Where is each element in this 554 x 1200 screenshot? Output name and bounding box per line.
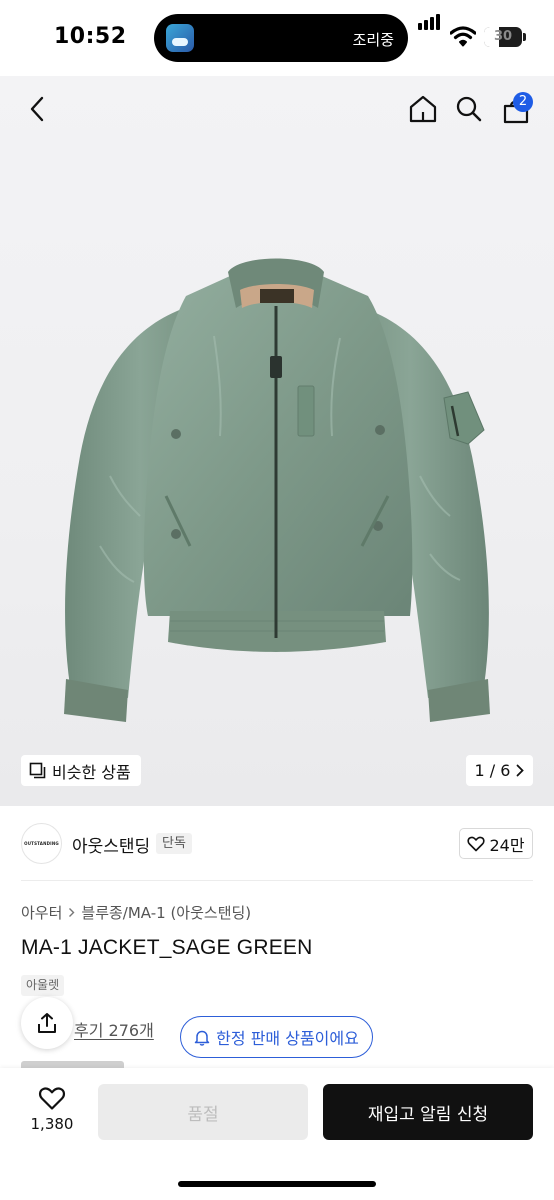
brand-logo-text: OUTSTANDING — [24, 841, 59, 846]
battery-icon: 30 — [484, 27, 522, 47]
product-image-gallery[interactable] — [0, 76, 554, 806]
product-title: MA-1 JACKET_SAGE GREEN — [21, 936, 313, 959]
exclusive-badge: 단독 — [156, 833, 192, 854]
breadcrumb-category[interactable]: 블루종/MA-1 (아웃스탠딩) — [81, 902, 251, 923]
wishlist-count: 1,380 — [30, 1115, 74, 1133]
chevron-right-icon — [69, 908, 75, 917]
limited-sale-badge[interactable]: 한정 판매 상품이에요 — [180, 1016, 373, 1058]
similar-products-button[interactable]: 비슷한 상품 — [21, 755, 141, 786]
live-activity-label: 조리중 — [352, 31, 394, 49]
brand-like-count: 24만 — [489, 835, 525, 855]
cart-count-badge: 2 — [513, 92, 533, 112]
back-chevron-icon[interactable] — [26, 94, 50, 124]
outlet-tag: 아울렛 — [21, 975, 65, 996]
section-divider — [21, 880, 533, 881]
breadcrumb: 아우터 블루종/MA-1 (아웃스탠딩) — [21, 902, 251, 923]
breadcrumb-parent[interactable]: 아우터 — [21, 902, 62, 923]
product-jacket-image — [64, 258, 490, 722]
battery-level: 30 — [493, 29, 513, 44]
home-icon[interactable] — [408, 94, 438, 124]
wifi-icon — [450, 26, 476, 47]
similar-products-label: 비슷한 상품 — [52, 762, 131, 782]
soldout-button: 품절 — [98, 1084, 308, 1140]
limited-sale-label: 한정 판매 상품이에요 — [216, 1029, 359, 1048]
heart-icon — [38, 1087, 66, 1110]
brand-name[interactable]: 아웃스탠딩 — [72, 832, 150, 857]
gallery-page-indicator[interactable]: 1 / 6 — [466, 755, 533, 786]
dynamic-island[interactable]: 조리중 — [154, 14, 408, 62]
brand-like-button[interactable]: 24만 — [459, 828, 533, 859]
wishlist-button[interactable]: 1,380 — [26, 1086, 78, 1133]
battery-tip — [523, 33, 526, 41]
home-indicator[interactable] — [178, 1181, 376, 1187]
review-count-link[interactable]: 후기 276개 — [74, 1017, 154, 1041]
chevron-right-icon — [517, 764, 525, 777]
share-button[interactable] — [21, 997, 73, 1049]
copy-icon — [29, 762, 46, 779]
brand-logo[interactable]: OUTSTANDING — [21, 823, 62, 864]
heart-icon — [467, 836, 486, 851]
restock-alert-button[interactable]: 재입고 알림 신청 — [323, 1084, 533, 1140]
app-thumbnail-icon — [166, 24, 194, 52]
bell-icon — [194, 1030, 210, 1046]
page-indicator-text: 1 / 6 — [474, 761, 511, 780]
search-icon[interactable] — [455, 95, 483, 123]
status-bar: 10:52 조리중 30 — [0, 0, 554, 76]
share-icon — [38, 1013, 56, 1033]
status-time: 10:52 — [54, 24, 127, 49]
